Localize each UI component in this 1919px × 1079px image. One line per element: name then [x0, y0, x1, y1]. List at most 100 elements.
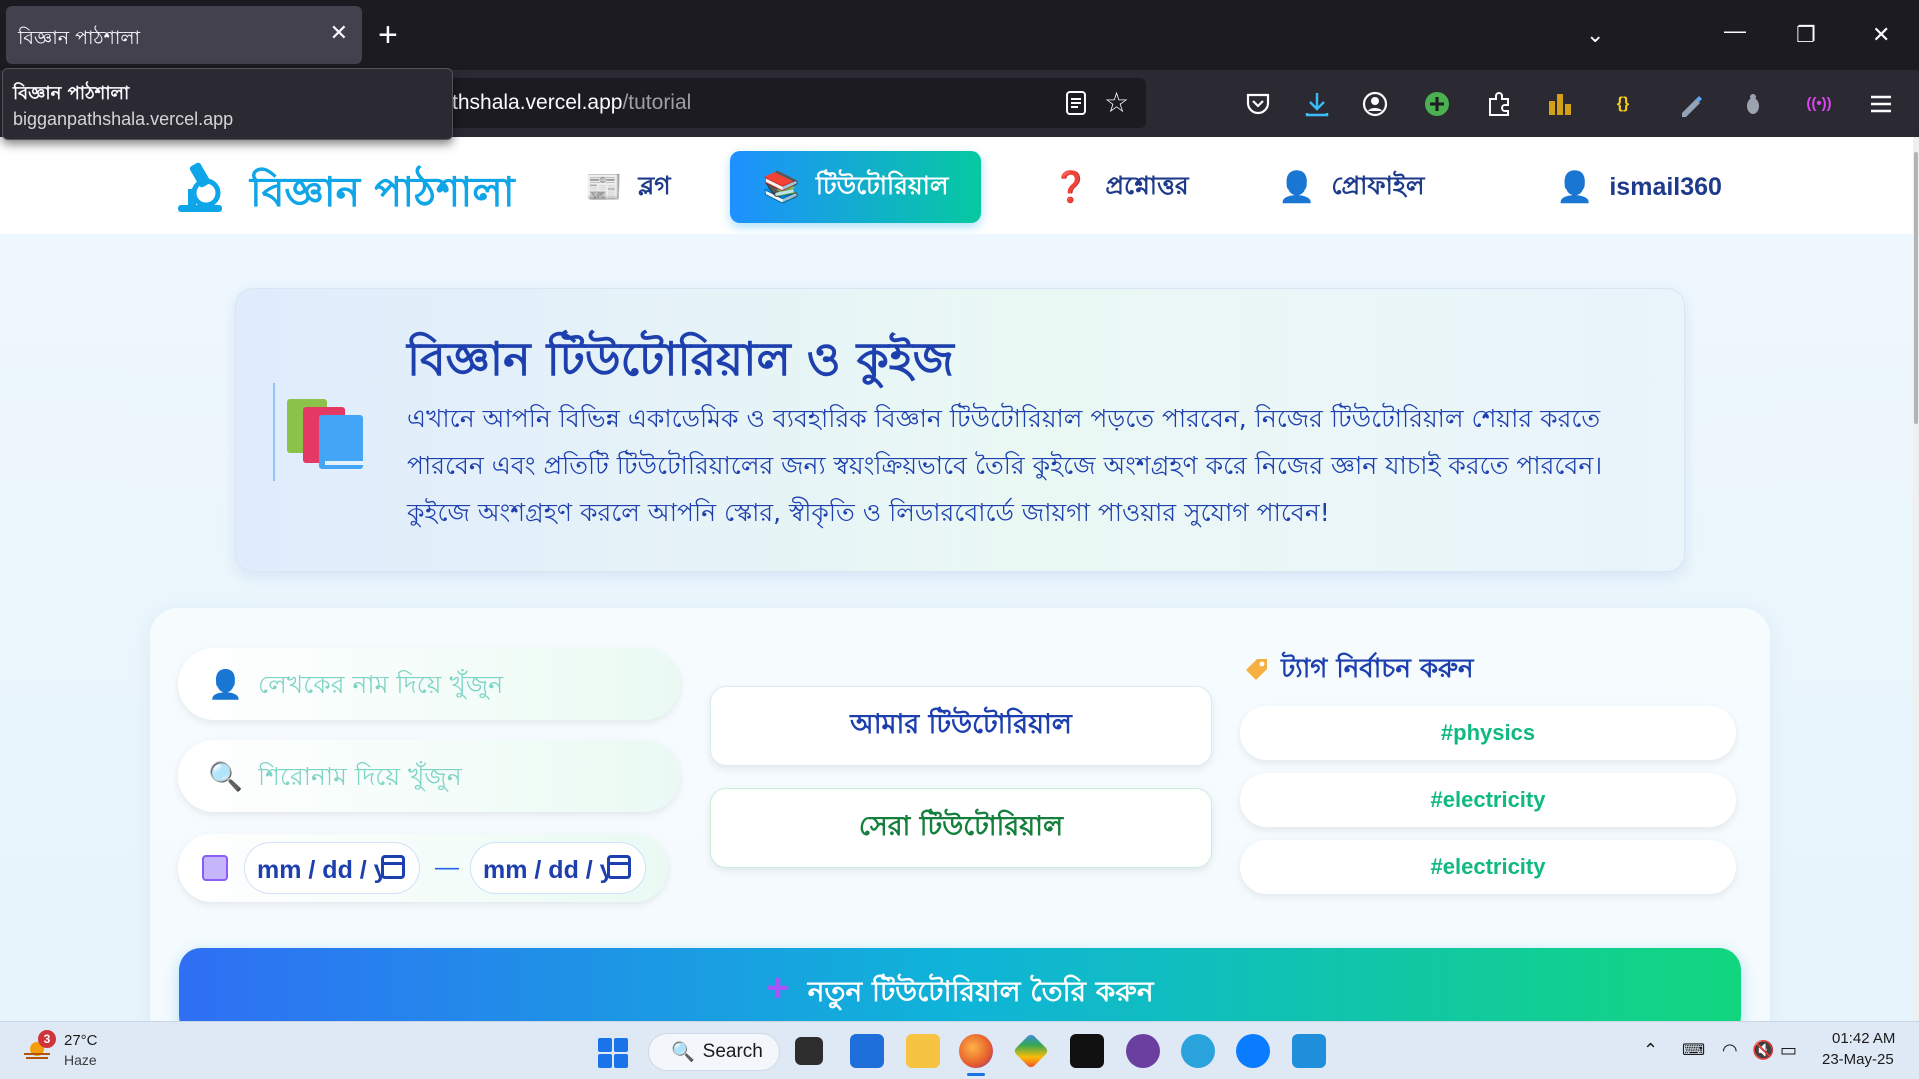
- json-extension-icon[interactable]: {}: [1608, 89, 1638, 119]
- tab-title: বিজ্ঞান পাঠশালা: [18, 27, 141, 49]
- gemini-app-icon[interactable]: [1012, 1032, 1050, 1070]
- firefox-icon[interactable]: [959, 1034, 993, 1076]
- telegram-icon[interactable]: [1181, 1034, 1215, 1068]
- books-icon: 📚: [762, 170, 800, 204]
- user-icon: 👤: [1278, 170, 1316, 204]
- site-brand-name[interactable]: বিজ্ঞান পাঠশালা: [250, 161, 515, 230]
- browser-tab-strip: বিজ্ঞান পাঠশালা ✕ + ⌄ — ❐ ✕: [0, 0, 1919, 70]
- tab-close-icon[interactable]: ✕: [330, 20, 348, 46]
- minimize-icon[interactable]: —: [1724, 14, 1746, 48]
- hero-card: বিজ্ঞান টিউটোরিয়াল ও কুইজ এখানে আপনি বি…: [235, 288, 1685, 572]
- nav-profile[interactable]: 👤 প্রোফাইল: [1278, 151, 1425, 223]
- download-icon[interactable]: [1302, 89, 1332, 119]
- volume-muted-icon[interactable]: 🔇: [1752, 1040, 1774, 1061]
- nav-qa[interactable]: ❓ প্রশ্নোত্তর: [1052, 151, 1189, 223]
- search-icon: 🔍: [671, 1042, 695, 1063]
- title-search-field[interactable]: 🔍: [178, 740, 838, 812]
- tag-electricity[interactable]: #electricity: [1240, 773, 1736, 827]
- nav-blog[interactable]: 📰 ব্লগ: [585, 151, 671, 223]
- question-mark-icon: ❓: [1052, 170, 1090, 204]
- date-to-input[interactable]: mm / dd / yyyy: [470, 842, 646, 894]
- tag-physics[interactable]: #physics: [1240, 706, 1736, 760]
- tag-icon: [1246, 659, 1267, 680]
- books-icon: [287, 399, 363, 469]
- weather-badge: 3: [38, 1030, 56, 1048]
- taskbar-search[interactable]: 🔍 Search: [648, 1033, 780, 1071]
- clock-date[interactable]: 23-May-25: [1822, 1051, 1894, 1068]
- nav-tutorial[interactable]: 📚 টিউটোরিয়াল: [730, 151, 981, 223]
- bug-extension-icon[interactable]: [1738, 89, 1768, 119]
- date-picker-icon[interactable]: [381, 855, 405, 879]
- tooltip-title: বিজ্ঞান পাঠশালা: [13, 83, 130, 104]
- date-separator: —: [435, 854, 459, 881]
- task-view-icon[interactable]: [795, 1037, 823, 1065]
- tag-electricity[interactable]: #electricity: [1240, 840, 1736, 894]
- tag-heading-label: ট্যাগ নির্বাচন করুন: [1281, 654, 1474, 684]
- weather-widget[interactable]: 3 27°C Haze: [22, 1030, 132, 1072]
- keyboard-icon[interactable]: ⌨: [1682, 1040, 1705, 1060]
- windows-taskbar: 3 27°C Haze 🔍 Search ⌃ ⌨ ◠ 🔇 ▭ 01:42 AM …: [0, 1021, 1919, 1079]
- jetbrains-icon[interactable]: [1070, 1034, 1104, 1068]
- hero-divider: [273, 383, 275, 481]
- newspaper-icon: 📰: [585, 170, 623, 204]
- menu-icon[interactable]: [1866, 89, 1896, 119]
- my-tutorials-button[interactable]: আমার টিউটোরিয়াল: [710, 686, 1212, 766]
- calendar-icon: [202, 855, 228, 881]
- file-explorer-icon[interactable]: [906, 1034, 940, 1068]
- close-window-icon[interactable]: ✕: [1872, 18, 1890, 52]
- author-icon: 👤: [208, 669, 243, 700]
- nav-tutorial-label: টিউটোরিয়াল: [815, 170, 949, 200]
- create-tutorial-label: নতুন টিউটোরিয়াল তৈরি করুন: [807, 975, 1154, 1008]
- messenger-icon[interactable]: [1236, 1034, 1270, 1068]
- extensions-icon[interactable]: [1484, 89, 1514, 119]
- author-search-field[interactable]: 👤: [178, 648, 838, 720]
- date-to-value: mm / dd / yyyy: [483, 856, 608, 884]
- tab-tooltip: বিজ্ঞান পাঠশালা bigganpathshala.vercel.a…: [2, 68, 453, 140]
- date-from-value: mm / dd / yyyy: [257, 856, 382, 884]
- clock-time[interactable]: 01:42 AM: [1832, 1030, 1895, 1047]
- extension-plus-icon[interactable]: [1422, 89, 1452, 119]
- windows-start-icon[interactable]: [598, 1038, 628, 1068]
- restore-icon[interactable]: ❐: [1796, 18, 1816, 52]
- plus-icon: +: [766, 966, 790, 1010]
- battery-icon[interactable]: ▭: [1780, 1040, 1797, 1061]
- hero-description: এখানে আপনি বিভিন্ন একাডেমিক ও ব্যবহারিক …: [407, 404, 1603, 527]
- vscode-icon[interactable]: [1292, 1034, 1326, 1068]
- chevron-up-icon[interactable]: ⌃: [1643, 1040, 1658, 1061]
- username: ismail360: [1609, 172, 1722, 201]
- user-avatar-icon: 👤: [1556, 170, 1594, 204]
- pocket-icon[interactable]: [1243, 89, 1273, 119]
- stats-extension-icon[interactable]: [1545, 89, 1575, 119]
- date-picker-icon[interactable]: [607, 855, 631, 879]
- microsoft-store-icon[interactable]: [850, 1034, 884, 1068]
- nav-profile-label: প্রোফাইল: [1331, 170, 1425, 200]
- wifi-icon[interactable]: ◠: [1722, 1040, 1738, 1061]
- best-tutorials-button[interactable]: সেরা টিউটোরিয়াল: [710, 788, 1212, 868]
- color-picker-icon[interactable]: [1676, 89, 1706, 119]
- microscope-logo-icon[interactable]: [172, 159, 228, 215]
- bookmark-star-icon[interactable]: ☆: [1104, 86, 1129, 119]
- url-text[interactable]: thshala.vercel.app/tutorial: [452, 91, 691, 115]
- page-scrollbar-thumb[interactable]: [1914, 152, 1918, 424]
- taskbar-search-label: Search: [702, 1041, 763, 1062]
- weather-temp: 27°C: [64, 1032, 98, 1049]
- github-desktop-icon[interactable]: [1126, 1034, 1160, 1068]
- broadcast-extension-icon[interactable]: ((•)): [1804, 89, 1834, 119]
- hero-title: বিজ্ঞান টিউটোরিয়াল ও কুইজ: [407, 332, 954, 386]
- tab-list-chevron-icon[interactable]: ⌄: [1586, 18, 1604, 52]
- nav-blog-label: ব্লগ: [638, 170, 671, 200]
- date-from-input[interactable]: mm / dd / yyyy: [244, 842, 420, 894]
- new-tab-button[interactable]: +: [378, 18, 398, 52]
- address-bar[interactable]: thshala.vercel.app/tutorial ☆: [440, 78, 1146, 128]
- tooltip-url: bigganpathshala.vercel.app: [13, 109, 234, 129]
- browser-tab-active[interactable]: বিজ্ঞান পাঠশালা ✕: [6, 6, 362, 64]
- tag-selector-heading: ট্যাগ নির্বাচন করুন: [1243, 648, 1474, 692]
- date-range-filter: mm / dd / yyyy — mm / dd / yyyy: [178, 834, 668, 902]
- weather-condition: Haze: [64, 1052, 97, 1068]
- account-icon[interactable]: [1360, 89, 1390, 119]
- nav-qa-label: প্রশ্নোত্তর: [1105, 170, 1189, 200]
- search-icon: 🔍: [208, 761, 243, 792]
- reader-view-icon[interactable]: [1064, 90, 1088, 116]
- site-header: বিজ্ঞান পাঠশালা 📰 ব্লগ 📚 টিউটোরিয়াল ❓ প…: [0, 137, 1919, 234]
- nav-user-account[interactable]: 👤 ismail360: [1556, 151, 1722, 223]
